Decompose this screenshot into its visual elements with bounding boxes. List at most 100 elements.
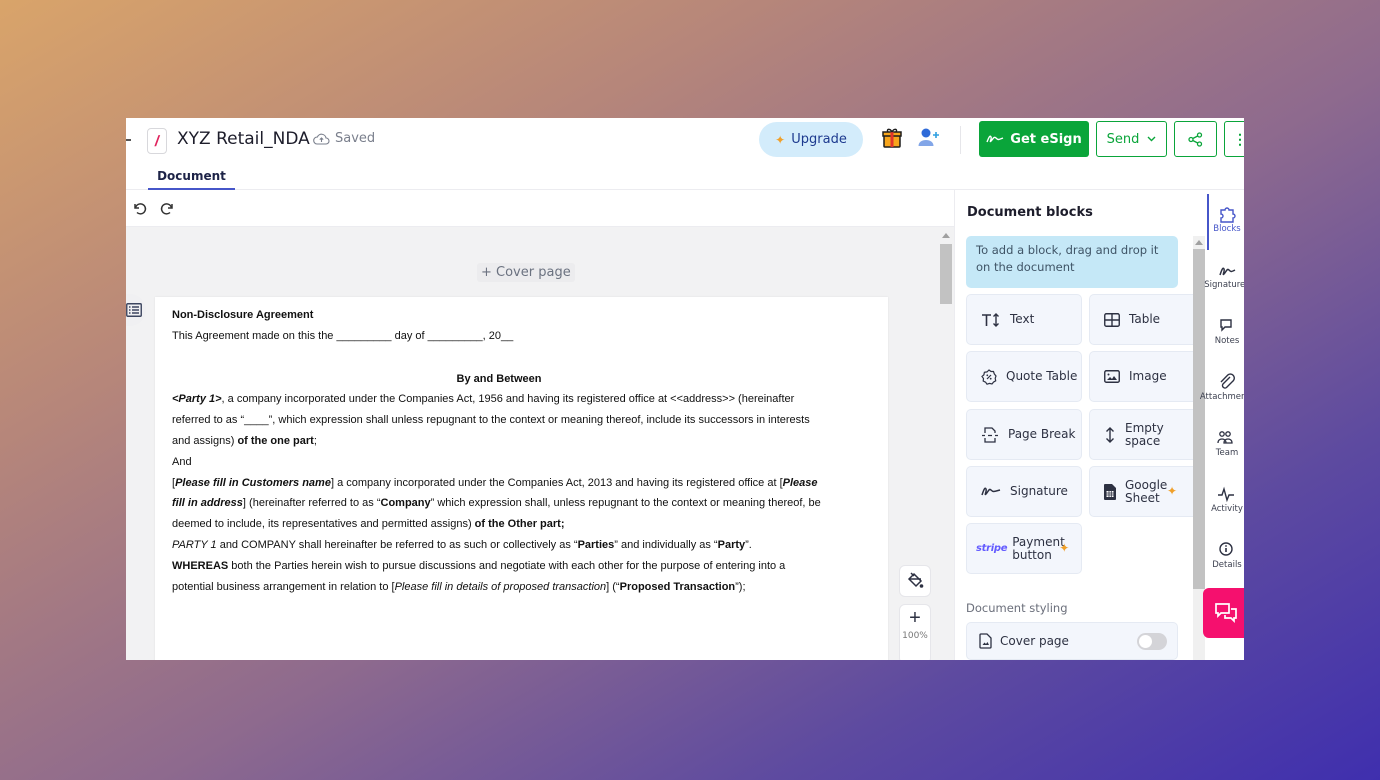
comments-icon	[1220, 319, 1232, 332]
cover-page-label: Cover page	[1000, 634, 1069, 648]
rail-item-activity[interactable]: Activity	[1197, 484, 1244, 514]
rail-label: Attachments	[1199, 392, 1244, 402]
header: / XYZ Retail_NDA Saved ✦ Upgrade Get eSi…	[126, 118, 1244, 162]
chat-bubbles-icon	[1214, 603, 1237, 624]
list-icon	[126, 303, 142, 317]
whereas-term: WHEREAS	[172, 559, 229, 572]
party-two-text: (hereinafter referred to as “	[245, 497, 381, 510]
panel-scrollbar-thumb[interactable]	[1193, 249, 1205, 589]
panel-title: Document blocks	[967, 205, 1093, 220]
block-signature[interactable]: Signature	[966, 466, 1082, 517]
block-image[interactable]: Image	[1089, 351, 1205, 402]
block-label: Page Break	[1008, 427, 1076, 441]
block-label: Text	[1010, 312, 1035, 326]
canvas-scrollbar-thumb[interactable]	[940, 244, 952, 304]
party-two-suffix: of the Other part;	[474, 518, 565, 531]
document-body[interactable]: Non-Disclosure Agreement This Agreement …	[172, 305, 822, 597]
stripe-logo: stripe	[976, 543, 1008, 554]
party-two-paragraph: [Please fill in Customers name] a compan…	[172, 476, 821, 531]
zoom-in-button[interactable]: +	[900, 605, 930, 631]
whereas-text: ”);	[735, 580, 746, 593]
scroll-up-arrow-icon[interactable]	[942, 233, 950, 238]
get-esign-button[interactable]: Get eSign	[979, 121, 1089, 157]
rail-label: Team	[1215, 448, 1239, 458]
add-cover-page-button[interactable]: + Cover page	[477, 263, 575, 282]
party-two-text: a company incorporated under the Compani…	[334, 476, 780, 489]
drag-drop-hint: To add a block, drag and drop it on the …	[966, 236, 1178, 288]
cloud-upload-icon	[313, 133, 330, 145]
upgrade-button[interactable]: ✦ Upgrade	[759, 122, 863, 157]
party-term: Party	[717, 538, 746, 551]
transaction-placeholder: Please fill in details of proposed trans…	[394, 580, 607, 593]
rail-label: Activity	[1211, 504, 1243, 514]
block-google-sheet[interactable]: Google Sheet ✦	[1089, 466, 1205, 517]
gift-icon[interactable]	[881, 127, 903, 149]
send-label: Send	[1106, 131, 1140, 147]
block-page-break[interactable]: Page Break	[966, 409, 1082, 460]
block-label: Signature	[1010, 484, 1068, 498]
add-user-icon[interactable]	[917, 126, 941, 150]
paperclip-icon	[1220, 373, 1235, 389]
rail-item-details[interactable]: Details	[1197, 540, 1244, 570]
parties-definition-paragraph: PARTY 1 and COMPANY shall hereinafter be…	[172, 535, 822, 556]
party-one-placeholder: <Party 1>	[172, 393, 222, 406]
block-label: Payment button	[1012, 534, 1065, 562]
rail-label: Details	[1212, 560, 1242, 570]
block-label: Empty space	[1125, 420, 1164, 448]
page-break-icon	[982, 426, 998, 443]
signature-icon	[981, 487, 1001, 496]
tab-bar: Document	[126, 162, 1244, 190]
block-label: Table	[1129, 312, 1161, 326]
rail-item-signatures[interactable]: Signatures	[1197, 260, 1244, 290]
document-theme-button[interactable]	[899, 565, 931, 597]
undo-icon[interactable]	[131, 200, 147, 216]
zoom-control: + 100%	[899, 604, 931, 660]
block-quote-table[interactable]: Quote Table	[966, 351, 1082, 402]
company-term: Company	[380, 497, 431, 510]
outline-toggle-button[interactable]	[126, 294, 146, 326]
redo-icon[interactable]	[160, 200, 176, 216]
block-payment-button[interactable]: stripe Payment button ✦	[966, 523, 1082, 574]
scroll-up-arrow-icon[interactable]	[1195, 240, 1203, 245]
upgrade-label: Upgrade	[791, 132, 847, 147]
text-size-icon	[982, 312, 999, 327]
definition-text: ”.	[745, 538, 752, 551]
block-label: Google Sheet	[1125, 477, 1168, 505]
block-label: Quote Table	[1006, 369, 1078, 383]
signature-icon	[986, 135, 1004, 143]
back-icon[interactable]	[126, 139, 131, 141]
slash-logo-icon: /	[153, 132, 161, 150]
rail-label: Notes	[1214, 336, 1240, 346]
cover-page-icon	[979, 633, 992, 649]
app-window: / XYZ Retail_NDA Saved ✦ Upgrade Get eSi…	[126, 118, 1244, 660]
block-empty-space[interactable]: Empty space	[1089, 409, 1205, 460]
definition-text: and COMPANY shall hereinafter be referre…	[216, 538, 578, 551]
rail-item-team[interactable]: Team	[1197, 428, 1244, 458]
send-button[interactable]: Send	[1096, 121, 1167, 157]
spreadsheet-icon	[1104, 483, 1116, 500]
whereas-paragraph: WHEREAS both the Parties herein wish to …	[172, 556, 822, 598]
kebab-icon: ⋮	[1233, 130, 1244, 147]
whereas-text: ] (“	[606, 580, 620, 593]
app-logo[interactable]: /	[147, 128, 167, 154]
tab-document[interactable]: Document	[148, 162, 235, 190]
chevron-down-icon	[1147, 136, 1156, 142]
get-esign-label: Get eSign	[1010, 131, 1082, 147]
customer-name-placeholder: Please fill in Customers name	[175, 476, 331, 489]
more-options-button[interactable]: ⋮	[1224, 121, 1244, 157]
save-status: Saved	[313, 131, 375, 146]
cover-page-toggle[interactable]	[1137, 633, 1167, 650]
share-button[interactable]	[1174, 121, 1217, 157]
rail-item-attachments[interactable]: Attachments	[1197, 372, 1244, 402]
party-one-paragraph: <Party 1>, a company incorporated under …	[172, 389, 822, 451]
info-icon	[1219, 542, 1233, 556]
table-icon	[1104, 312, 1120, 327]
rail-item-blocks[interactable]: Blocks	[1197, 204, 1244, 234]
chat-button[interactable]	[1203, 588, 1244, 638]
rail-item-notes[interactable]: Notes	[1197, 316, 1244, 346]
signature-icon	[1219, 267, 1236, 276]
block-text[interactable]: Text	[966, 294, 1082, 345]
document-title[interactable]: XYZ Retail_NDA	[177, 129, 310, 149]
block-table[interactable]: Table	[1089, 294, 1205, 345]
block-label: Image	[1129, 369, 1167, 383]
